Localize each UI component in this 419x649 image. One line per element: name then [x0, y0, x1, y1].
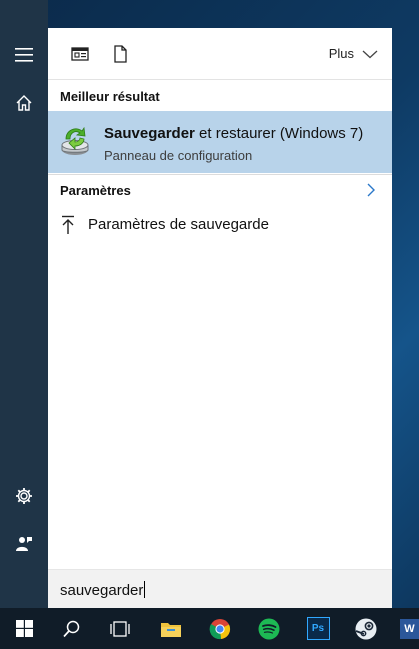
chevron-down-icon — [362, 50, 378, 58]
filter-toolbar: Plus — [48, 28, 392, 80]
photoshop-icon: Ps — [306, 617, 330, 640]
best-match-title-rest: et restaurer (Windows 7) — [194, 125, 364, 142]
search-input[interactable]: sauvegarder — [60, 581, 145, 599]
file-explorer-icon — [161, 622, 181, 637]
feedback-person-icon — [16, 537, 32, 551]
chrome-icon — [209, 618, 231, 639]
best-match-title: Sauvegarder et restaurer (Windows 7) — [104, 125, 363, 142]
steam-button[interactable] — [342, 608, 390, 649]
spotify-button[interactable] — [245, 608, 293, 649]
more-filters-label: Plus — [328, 46, 354, 61]
search-icon — [63, 620, 80, 637]
settings-heading: Paramètres — [60, 183, 131, 198]
chevron-right-icon[interactable] — [366, 183, 376, 197]
documents-filter-icon[interactable] — [110, 44, 130, 64]
taskbar-search-button[interactable] — [48, 608, 96, 649]
best-match-result[interactable]: Sauvegarder et restaurer (Windows 7) Pan… — [48, 111, 392, 173]
settings-result-item[interactable]: Paramètres de sauvegarde — [48, 213, 392, 239]
hamburger-menu-button[interactable] — [0, 31, 48, 79]
word-icon-text: W — [404, 622, 415, 635]
task-view-button[interactable] — [96, 608, 144, 649]
hamburger-icon — [15, 48, 33, 62]
backup-restore-icon — [61, 126, 89, 155]
backup-settings-icon — [62, 215, 74, 234]
windows-start-icon — [15, 620, 33, 637]
search-results-panel: Plus Meilleur résultat Sauvegarder et re… — [48, 28, 392, 608]
start-left-rail — [0, 0, 48, 608]
word-icon: W — [400, 618, 419, 639]
start-button[interactable] — [0, 608, 48, 649]
best-match-title-bold: Sauvegarder — [104, 125, 195, 142]
search-box[interactable]: sauvegarder — [48, 569, 392, 609]
word-button[interactable]: W — [392, 608, 419, 649]
settings-button[interactable] — [0, 472, 48, 520]
spotify-icon — [258, 618, 280, 639]
task-view-icon — [110, 620, 130, 637]
file-explorer-button[interactable] — [147, 608, 195, 649]
apps-filter-icon[interactable] — [70, 44, 90, 64]
home-button[interactable] — [0, 79, 48, 127]
steam-icon — [355, 618, 377, 639]
more-filters-button[interactable]: Plus — [329, 46, 378, 61]
best-match-subtitle: Panneau de configuration — [104, 148, 253, 163]
settings-item-label: Paramètres de sauvegarde — [88, 216, 269, 233]
divider — [48, 174, 392, 175]
gear-icon — [16, 488, 32, 504]
taskbar: Ps W — [0, 608, 419, 649]
photoshop-icon-text: Ps — [311, 623, 325, 634]
chrome-button[interactable] — [196, 608, 244, 649]
home-icon — [16, 95, 32, 111]
feedback-button[interactable] — [0, 520, 48, 568]
best-match-heading: Meilleur résultat — [60, 89, 160, 104]
photoshop-button[interactable]: Ps — [294, 608, 342, 649]
